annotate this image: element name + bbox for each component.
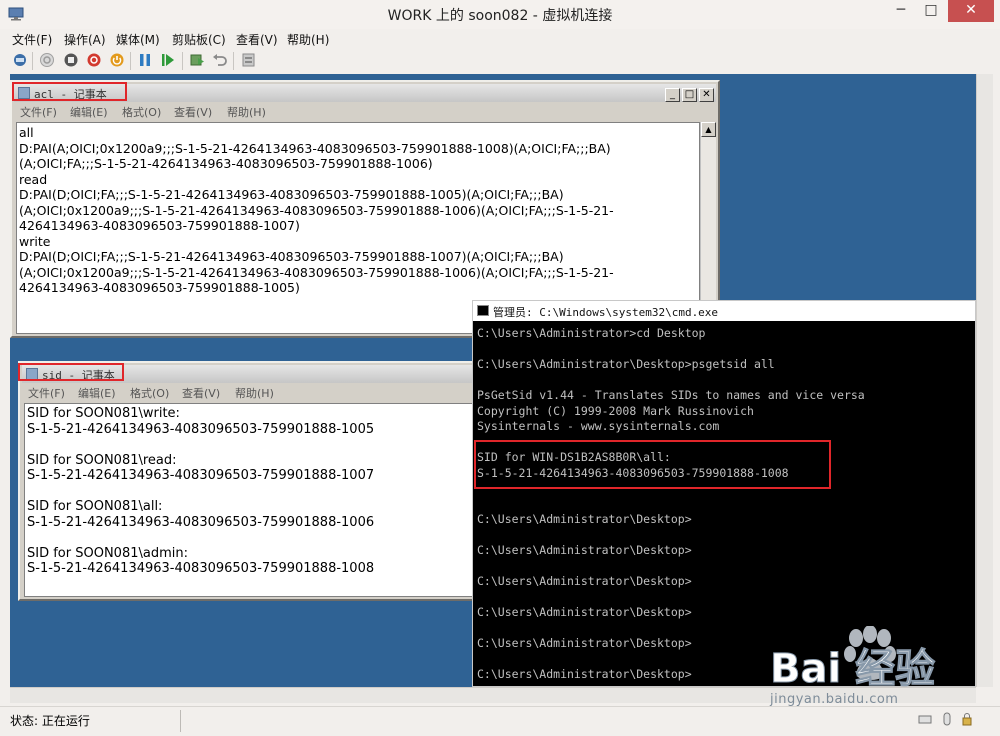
console-line: C:\Users\Administrator>cd Desktop	[477, 326, 706, 340]
sid-text-line: SID for SOON081\all:	[27, 499, 163, 514]
console-line: SID for WIN-DS1B2AS8B0R\all:	[477, 450, 671, 464]
sid-notepad-titlebar[interactable]: sid - 记事本	[22, 365, 478, 383]
acl-notepad-titlebar[interactable]: acl - 记事本 _ □ ✕	[14, 84, 716, 102]
window-title: WORK 上的 soon082 - 虚拟机连接	[387, 8, 613, 24]
notepad-icon	[18, 87, 30, 99]
sid-notepad-window[interactable]: sid - 记事本 文件(F) 编辑(E) 格式(O) 查看(V) 帮助(H) …	[18, 361, 482, 601]
console-line: Sysinternals - www.sysinternals.com	[477, 419, 720, 433]
start-icon[interactable]	[39, 52, 55, 68]
menu-help[interactable]: 帮助(H)	[287, 31, 329, 48]
menu-edit[interactable]: 编辑(E)	[70, 104, 108, 120]
acl-text-line: 4264134963-4083096503-759901888-1007)	[19, 218, 300, 233]
status-text: 状态: 正在运行	[10, 714, 90, 728]
menu-edit[interactable]: 编辑(E)	[78, 385, 116, 401]
watermark-url: jingyan.baidu.com	[770, 692, 899, 707]
menu-file[interactable]: 文件(F)	[20, 104, 57, 120]
watermark-logo-text: Bai 经验	[770, 646, 935, 692]
toolbar	[0, 49, 1000, 73]
sid-text-line	[27, 437, 477, 453]
vertical-scrollbar[interactable]	[976, 74, 993, 687]
power-icon[interactable]	[109, 52, 125, 68]
settings-icon[interactable]	[241, 52, 257, 68]
menu-view[interactable]: 查看(V)	[236, 31, 278, 48]
console-line: C:\Users\Administrator\Desktop>	[477, 605, 692, 619]
sid-text-line: S-1-5-21-4264134963-4083096503-759901888…	[27, 421, 375, 437]
turn-off-icon[interactable]	[63, 52, 79, 68]
acl-text-line: (A;OICI;0x1200a9;;;S-1-5-21-4264134963-4…	[19, 202, 614, 218]
close-button[interactable]: ✕	[699, 88, 714, 102]
minimize-button[interactable]: ─	[888, 0, 914, 22]
sid-notepad-menu: 文件(F) 编辑(E) 格式(O) 查看(V) 帮助(H)	[22, 384, 478, 401]
sid-text-area[interactable]: SID for SOON081\write: S-1-5-21-426413496…	[24, 403, 478, 597]
acl-text-line: D:PAI(D;OICI;FA;;;S-1-5-21-4264134963-40…	[19, 187, 564, 202]
menu-view[interactable]: 查看(V)	[182, 385, 220, 401]
ctrl-alt-del-icon[interactable]	[12, 52, 28, 68]
acl-text-line: 4264134963-4083096503-759901888-1005)	[19, 280, 300, 295]
scroll-up-icon[interactable]: ▲	[701, 122, 716, 137]
sid-text-line	[27, 530, 477, 546]
menu-help[interactable]: 帮助(H)	[235, 385, 274, 401]
pause-icon[interactable]	[137, 52, 153, 68]
menu-format[interactable]: 格式(O)	[122, 104, 161, 120]
menu-action[interactable]: 操作(A)	[64, 31, 106, 48]
title-bar: WORK 上的 soon082 - 虚拟机连接 ─ □ ✕	[0, 0, 1000, 29]
acl-text-line: (A;OICI;0x1200a9;;;S-1-5-21-4264134963-4…	[19, 264, 614, 280]
menu-file[interactable]: 文件(F)	[12, 31, 52, 48]
acl-notepad-caption-buttons: _ □ ✕	[663, 86, 714, 102]
maximize-button[interactable]: □	[918, 0, 944, 22]
console-line: C:\Users\Administrator\Desktop>	[477, 543, 692, 557]
sid-text-line: S-1-5-21-4264134963-4083096503-759901888…	[27, 561, 375, 576]
console-line: C:\Users\Administrator\Desktop>	[477, 512, 692, 526]
console-line: S-1-5-21-4264134963-4083096503-759901888…	[477, 465, 789, 480]
shutdown-icon[interactable]	[86, 52, 102, 68]
console-line: Copyright (C) 1999-2008 Mark Russinovich	[477, 403, 754, 418]
menu-file[interactable]: 文件(F)	[28, 385, 65, 401]
sid-text-line	[27, 484, 477, 500]
menu-help[interactable]: 帮助(H)	[227, 104, 266, 120]
resume-icon[interactable]	[160, 52, 176, 68]
console-line: PsGetSid v1.44 - Translates SIDs to name…	[477, 388, 865, 402]
cmd-titlebar[interactable]: 管理员: C:\Windows\system32\cmd.exe	[473, 301, 975, 321]
minimize-button[interactable]: _	[665, 88, 680, 102]
sid-text-line: S-1-5-21-4264134963-4083096503-759901888…	[27, 468, 375, 483]
console-line: C:\Users\Administrator\Desktop>psgetsid …	[477, 357, 775, 371]
menu-media[interactable]: 媒体(M)	[116, 31, 160, 48]
cmd-title: 管理员: C:\Windows\system32\cmd.exe	[493, 306, 719, 319]
acl-text-line: D:PAI(A;OICI;0x1200a9;;;S-1-5-21-4264134…	[19, 140, 611, 156]
sid-text-line: S-1-5-21-4264134963-4083096503-759901888…	[27, 514, 375, 530]
acl-notepad-menu: 文件(F) 编辑(E) 格式(O) 查看(V) 帮助(H)	[14, 103, 716, 120]
acl-text-line: read	[19, 171, 48, 187]
menu-clipboard[interactable]: 剪贴板(C)	[172, 31, 226, 48]
close-button[interactable]: ✕	[948, 0, 994, 22]
acl-text-line: all	[19, 125, 34, 140]
menu-format[interactable]: 格式(O)	[130, 385, 169, 401]
sid-text-line: SID for SOON081\write:	[27, 406, 180, 421]
acl-text-line: D:PAI(D;OICI;FA;;;S-1-5-21-4264134963-40…	[19, 249, 564, 264]
notepad-icon	[26, 368, 38, 380]
menu-view[interactable]: 查看(V)	[174, 104, 212, 120]
sid-text-line: SID for SOON081\admin:	[27, 545, 188, 561]
cmd-icon	[477, 305, 489, 316]
menu-bar: 文件(F) 操作(A) 媒体(M) 剪贴板(C) 查看(V) 帮助(H)	[0, 29, 1000, 49]
snapshot-icon[interactable]	[189, 52, 205, 68]
acl-text-line: (A;OICI;FA;;;S-1-5-21-4264134963-4083096…	[19, 156, 433, 171]
acl-notepad-title: acl - 记事本	[34, 88, 107, 101]
acl-text-line: write	[19, 233, 51, 249]
console-line: C:\Users\Administrator\Desktop>	[477, 574, 692, 588]
sid-text-line: SID for SOON081\read:	[27, 452, 177, 468]
revert-icon[interactable]	[212, 52, 228, 68]
sid-notepad-title: sid - 记事本	[42, 369, 115, 382]
maximize-button[interactable]: □	[682, 88, 697, 102]
